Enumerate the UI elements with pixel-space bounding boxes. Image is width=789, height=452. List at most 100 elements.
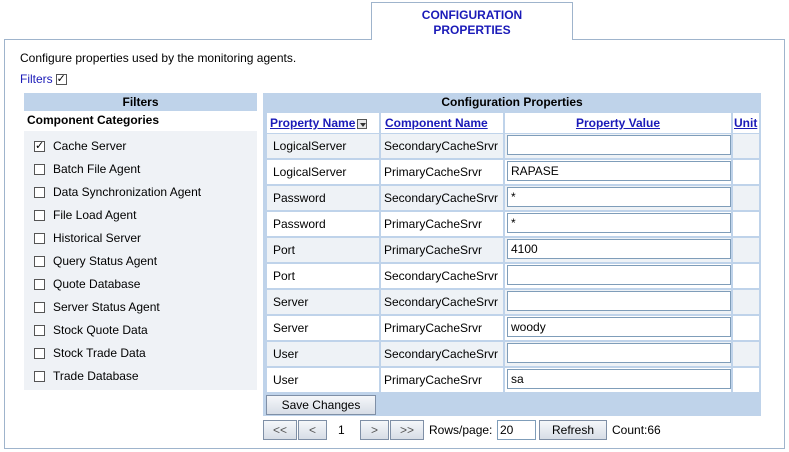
filter-checkbox[interactable] [34, 139, 45, 152]
property-name-cell: Password [267, 212, 379, 236]
filter-label: File Load Agent [53, 208, 137, 222]
unit-cell [733, 290, 759, 314]
property-name-cell: LogicalServer [267, 160, 379, 184]
rows-per-page-label: Rows/page: [429, 423, 493, 437]
filter-item-trade-database[interactable]: Trade Database [34, 367, 139, 385]
component-name-cell: SecondaryCacheSrvr [381, 264, 503, 288]
filter-checkbox[interactable] [34, 370, 45, 382]
property-value-input[interactable] [507, 265, 731, 285]
property-name-cell: User [267, 342, 379, 366]
filter-checkbox[interactable] [34, 301, 45, 313]
component-name-cell: PrimaryCacheSrvr [381, 368, 503, 392]
component-name-cell: SecondaryCacheSrvr [381, 186, 503, 210]
record-count: Count:66 [612, 423, 661, 437]
tab-label-line1: CONFIGURATION [421, 8, 523, 22]
filter-label: Query Status Agent [53, 254, 158, 268]
filter-checkbox[interactable] [34, 324, 45, 336]
filter-label: Cache Server [53, 139, 127, 153]
component-name-cell: PrimaryCacheSrvr [381, 212, 503, 236]
refresh-button[interactable]: Refresh [539, 420, 607, 440]
configuration-properties-table: Configuration Properties Property Name C… [263, 93, 761, 416]
unit-cell [733, 160, 759, 184]
unit-cell [733, 134, 759, 158]
filter-item-server-status-agent[interactable]: Server Status Agent [34, 298, 160, 316]
component-name-cell: PrimaryCacheSrvr [381, 238, 503, 262]
configuration-properties-header: Configuration Properties [441, 95, 583, 109]
property-name-cell: User [267, 368, 379, 392]
column-header-unit[interactable]: Unit [733, 113, 759, 133]
property-value-input[interactable]: woody [507, 317, 731, 337]
column-header-label[interactable]: Property Name [270, 116, 355, 130]
filters-toggle[interactable]: Filters [20, 72, 67, 86]
unit-cell [733, 186, 759, 210]
component-name-cell: SecondaryCacheSrvr [381, 290, 503, 314]
filter-checkbox[interactable] [34, 232, 45, 244]
sort-dropdown-icon[interactable] [357, 118, 368, 129]
filters-toggle-checkbox[interactable] [55, 72, 67, 85]
unit-cell [733, 238, 759, 262]
filter-checkbox[interactable] [34, 209, 45, 221]
property-name-cell: Port [267, 238, 379, 262]
property-name-cell: Port [267, 264, 379, 288]
property-value-input[interactable]: * [507, 187, 731, 207]
property-name-cell: Server [267, 290, 379, 314]
column-header-component-name[interactable]: Component Name [381, 113, 503, 133]
rows-per-page-input[interactable]: 20 [497, 420, 536, 440]
component-categories-heading: Component Categories [24, 111, 257, 131]
component-name-cell: PrimaryCacheSrvr [381, 316, 503, 340]
column-header-property-value[interactable]: Property Value [505, 113, 731, 133]
filter-item-historical-server[interactable]: Historical Server [34, 229, 141, 247]
filters-toggle-label[interactable]: Filters [20, 72, 53, 86]
property-value-input[interactable]: sa [507, 369, 731, 389]
filter-label: Data Synchronization Agent [53, 185, 202, 199]
first-page-button[interactable]: << [263, 420, 297, 440]
filter-label: Stock Quote Data [53, 323, 148, 337]
filter-checkbox[interactable] [34, 163, 45, 175]
unit-cell [733, 264, 759, 288]
tab-configuration-properties[interactable]: CONFIGURATION PROPERTIES [371, 2, 573, 40]
current-page-number: 1 [338, 423, 345, 437]
filter-item-stock-quote-data[interactable]: Stock Quote Data [34, 321, 148, 339]
page-description: Configure properties used by the monitor… [20, 51, 297, 65]
column-header-property-name[interactable]: Property Name [267, 113, 379, 133]
filter-checkbox[interactable] [34, 186, 45, 198]
previous-page-button[interactable]: < [298, 420, 327, 440]
filter-item-batch-file-agent[interactable]: Batch File Agent [34, 160, 140, 178]
property-value-input[interactable]: 4100 [507, 239, 731, 259]
filter-label: Batch File Agent [53, 162, 141, 176]
unit-cell [733, 316, 759, 340]
component-name-cell: SecondaryCacheSrvr [381, 134, 503, 158]
filter-panel: Filters Component Categories Cache Serve… [24, 93, 257, 390]
filter-checkbox[interactable] [34, 278, 45, 290]
property-value-input[interactable] [507, 343, 731, 363]
filter-panel-header: Filters [24, 93, 257, 111]
unit-cell [733, 212, 759, 236]
property-value-input[interactable] [507, 135, 731, 155]
component-name-cell: PrimaryCacheSrvr [381, 160, 503, 184]
component-name-cell: SecondaryCacheSrvr [381, 342, 503, 366]
filter-label: Trade Database [53, 369, 139, 383]
filter-item-quote-database[interactable]: Quote Database [34, 275, 140, 293]
unit-cell [733, 342, 759, 366]
property-name-cell: Server [267, 316, 379, 340]
filter-item-data-synchronization-agent[interactable]: Data Synchronization Agent [34, 183, 201, 201]
filter-item-file-load-agent[interactable]: File Load Agent [34, 206, 136, 224]
filter-item-stock-trade-data[interactable]: Stock Trade Data [34, 344, 146, 362]
filter-checkbox[interactable] [34, 347, 45, 359]
filter-item-cache-server[interactable]: Cache Server [34, 137, 126, 155]
filter-checkbox[interactable] [34, 255, 45, 267]
property-value-input[interactable] [507, 291, 731, 311]
property-name-cell: Password [267, 186, 379, 210]
filter-item-query-status-agent[interactable]: Query Status Agent [34, 252, 157, 270]
next-page-button[interactable]: > [360, 420, 389, 440]
save-changes-button[interactable]: Save Changes [266, 395, 376, 415]
unit-cell [733, 368, 759, 392]
tab-label-line2: PROPERTIES [433, 23, 511, 37]
last-page-button[interactable]: >> [390, 420, 424, 440]
property-name-cell: LogicalServer [267, 134, 379, 158]
filter-label: Quote Database [53, 277, 141, 291]
property-value-input[interactable]: * [507, 213, 731, 233]
property-value-input[interactable]: RAPASE [507, 161, 731, 181]
filter-label: Historical Server [53, 231, 142, 245]
filter-label: Stock Trade Data [53, 346, 146, 360]
